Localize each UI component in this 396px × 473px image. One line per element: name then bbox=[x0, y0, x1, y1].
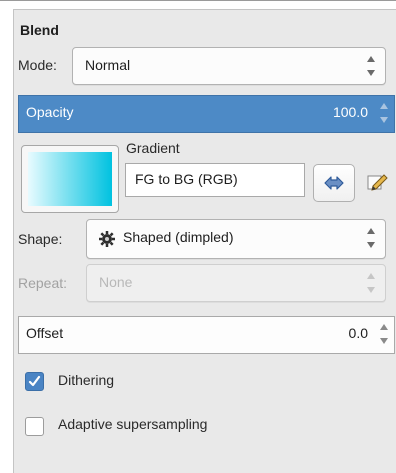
offset-value: 0.0 bbox=[348, 325, 368, 341]
opacity-label: Opacity bbox=[26, 104, 74, 120]
adaptive-supersampling-checkbox[interactable] bbox=[25, 417, 44, 436]
panel-title: Blend bbox=[20, 22, 59, 38]
repeat-select[interactable]: None bbox=[86, 264, 386, 302]
shape-label: Shape: bbox=[18, 231, 63, 247]
repeat-value: None bbox=[99, 274, 133, 290]
select-arrows-icon bbox=[367, 55, 377, 77]
offset-stepper-icon[interactable] bbox=[378, 322, 390, 346]
opacity-value: 100.0 bbox=[332, 104, 368, 120]
repeat-label: Repeat: bbox=[18, 275, 68, 291]
offset-label: Offset bbox=[26, 325, 64, 341]
dithering-checkbox[interactable] bbox=[25, 372, 44, 391]
opacity-stepper-icon[interactable] bbox=[378, 101, 390, 125]
mode-label: Mode: bbox=[18, 57, 57, 73]
shape-select[interactable]: Shaped (dimpled) bbox=[86, 219, 386, 259]
swap-arrows-icon bbox=[324, 176, 344, 190]
gradient-name-field[interactable]: FG to BG (RGB) bbox=[125, 163, 305, 197]
mode-select[interactable]: Normal bbox=[72, 47, 386, 85]
reverse-gradient-button[interactable] bbox=[313, 164, 355, 202]
opacity-spinscale[interactable]: Opacity 100.0 bbox=[18, 95, 395, 133]
mode-value: Normal bbox=[85, 57, 131, 73]
gradient-label: Gradient bbox=[126, 140, 180, 156]
offset-spinscale[interactable]: Offset 0.0 bbox=[18, 316, 395, 354]
adaptive-supersampling-label[interactable]: Adaptive supersampling bbox=[58, 416, 207, 432]
shape-value: Shaped (dimpled) bbox=[123, 229, 234, 245]
dithering-label[interactable]: Dithering bbox=[58, 372, 114, 388]
gear-icon bbox=[99, 231, 115, 247]
gradient-name: FG to BG (RGB) bbox=[135, 171, 238, 187]
top-border bbox=[0, 0, 396, 1]
gradient-preview[interactable] bbox=[21, 145, 119, 213]
checkmark-icon bbox=[28, 375, 41, 387]
select-arrows-icon bbox=[367, 272, 377, 294]
pencil-icon[interactable] bbox=[365, 170, 389, 194]
gradient-preview-fill bbox=[28, 152, 112, 206]
select-arrows-icon bbox=[367, 227, 377, 249]
